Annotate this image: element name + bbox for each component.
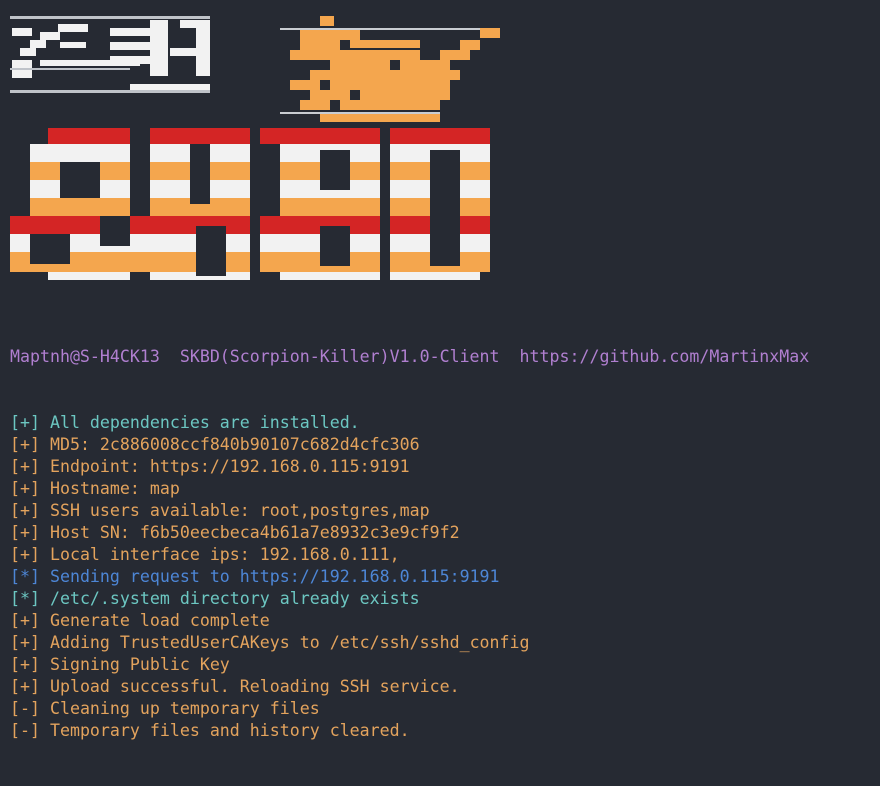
log-text: Host SN: f6b50eecbeca4b61a7e8932c3e9cf9f… [39, 523, 460, 542]
log-line: [*] /etc/.system directory already exist… [10, 588, 809, 610]
log-text: All dependencies are installed. [39, 413, 360, 432]
log-prefix: [*] [10, 589, 40, 608]
log-prefix: [+] [10, 435, 40, 454]
log-line: [+] MD5: 2c886008ccf840b90107c682d4cfc30… [10, 434, 809, 456]
log-line: [+] Upload successful. Reloading SSH ser… [10, 676, 809, 698]
log-line: [+] Adding TrustedUserCAKeys to /etc/ssh… [10, 632, 809, 654]
log-prefix: [+] [10, 501, 40, 520]
log-text: Cleaning up temporary files [39, 699, 320, 718]
header-line: Maptnh@S-H4CK13 SKBD(Scorpion-Killer)V1.… [10, 346, 809, 368]
log-list: [+] All dependencies are installed. [+] M… [10, 412, 809, 742]
log-prefix: [+] [10, 633, 40, 652]
log-text: Adding TrustedUserCAKeys to /etc/ssh/ssh… [39, 633, 530, 652]
small-logo-art [10, 16, 210, 93]
log-prefix: [+] [10, 523, 40, 542]
log-prefix: [+] [10, 611, 40, 630]
log-text: /etc/.system directory already exists [39, 589, 420, 608]
repo-url[interactable]: https://github.com/MartinxMax [520, 347, 810, 366]
log-text: MD5: 2c886008ccf840b90107c682d4cfc306 [39, 435, 420, 454]
log-prefix: [-] [10, 699, 40, 718]
log-line: [+] Hostname: map [10, 478, 809, 500]
log-line: [+] Endpoint: https://192.168.0.115:9191 [10, 456, 809, 478]
log-line: [*] Sending request to https://192.168.0… [10, 566, 809, 588]
log-line: [+] Signing Public Key [10, 654, 809, 676]
log-prefix: [+] [10, 479, 40, 498]
log-prefix: [+] [10, 413, 40, 432]
log-text: Sending request to https://192.168.0.115… [39, 567, 500, 586]
log-prefix: [+] [10, 677, 40, 696]
log-line: [+] Generate load complete [10, 610, 809, 632]
terminal-window: Maptnh@S-H4CK13 SKBD(Scorpion-Killer)V1.… [0, 0, 880, 740]
log-line: [+] Host SN: f6b50eecbeca4b61a7e8932c3e9… [10, 522, 809, 544]
banner-art [10, 16, 500, 280]
log-text: SSH users available: root,postgres,map [39, 501, 430, 520]
app-title: SKBD(Scorpion-Killer)V1.0-Client [179, 347, 500, 366]
log-prefix: [+] [10, 545, 40, 564]
log-text: Hostname: map [39, 479, 180, 498]
skbd-logo-art [10, 128, 490, 280]
log-text: Generate load complete [39, 611, 270, 630]
log-prefix: [-] [10, 721, 40, 740]
log-line: [+] SSH users available: root,postgres,m… [10, 500, 809, 522]
log-text: Upload successful. Reloading SSH service… [39, 677, 460, 696]
log-text: Endpoint: https://192.168.0.115:9191 [39, 457, 410, 476]
log-line: [-] Temporary files and history cleared. [10, 720, 809, 742]
log-text: Local interface ips: 192.168.0.111, [39, 545, 400, 564]
log-text: Temporary files and history cleared. [39, 721, 410, 740]
scorpion-art [280, 16, 500, 122]
user-host: Maptnh@S-H4CK13 [10, 347, 160, 366]
log-line: [+] Local interface ips: 192.168.0.111, [10, 544, 809, 566]
terminal-output: Maptnh@S-H4CK13 SKBD(Scorpion-Killer)V1.… [10, 302, 809, 786]
log-prefix: [+] [10, 457, 40, 476]
log-prefix: [*] [10, 567, 40, 586]
log-line: [-] Cleaning up temporary files [10, 698, 809, 720]
log-line: [+] All dependencies are installed. [10, 412, 809, 434]
